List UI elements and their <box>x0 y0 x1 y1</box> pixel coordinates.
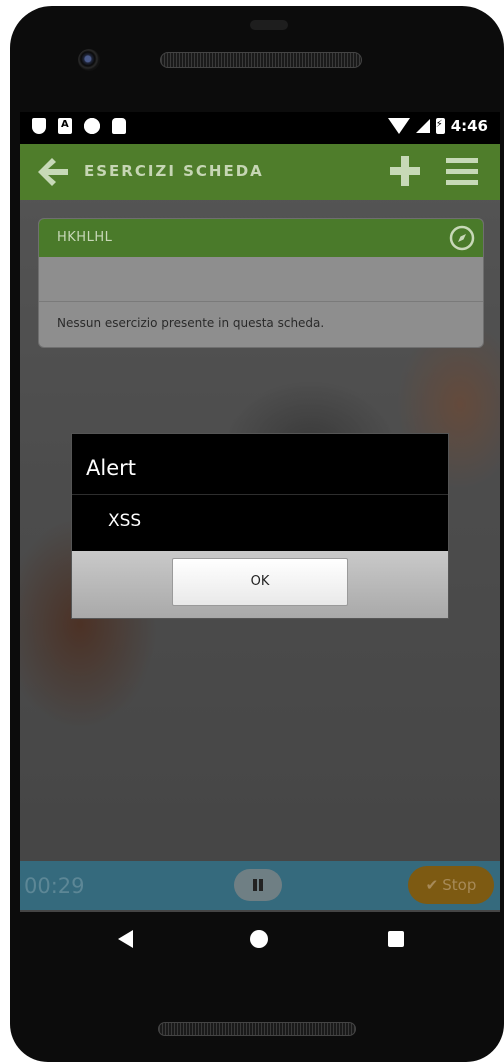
accessibility-a-icon <box>58 118 72 134</box>
pause-icon <box>253 879 257 891</box>
timer-elapsed: 00:29 <box>24 874 85 898</box>
sd-card-icon <box>112 118 126 134</box>
wifi-icon <box>387 118 410 134</box>
pause-button[interactable] <box>234 869 282 901</box>
status-bar: 4:46 <box>20 112 500 144</box>
top-sensor <box>250 20 288 30</box>
timer-bar: 00:29 ✔ Stop <box>20 861 500 910</box>
menu-icon[interactable] <box>446 158 478 186</box>
back-arrow-icon[interactable] <box>36 156 70 188</box>
system-nav-bar <box>20 912 500 966</box>
stop-button[interactable]: ✔ Stop <box>408 866 494 904</box>
empty-message: Nessun esercizio presente in questa sche… <box>57 316 325 330</box>
battery-charging-icon <box>435 118 445 134</box>
alert-dialog: Alert XSS OK <box>72 434 448 618</box>
card-title: HKHLHL <box>57 230 113 245</box>
nav-back-icon[interactable] <box>118 930 133 948</box>
dialog-title: Alert <box>86 456 136 480</box>
ok-button[interactable]: OK <box>172 558 348 606</box>
dialog-message: XSS <box>108 511 142 531</box>
plus-icon[interactable] <box>390 156 420 186</box>
signal-icon <box>415 119 430 133</box>
front-camera <box>78 49 100 71</box>
workout-card[interactable]: HKHLHL Nessun esercizio presente in ques… <box>38 218 484 348</box>
shield-icon <box>32 118 46 134</box>
card-header: HKHLHL <box>39 219 483 257</box>
card-divider-area <box>39 257 483 302</box>
compass-icon[interactable] <box>449 225 475 251</box>
stop-label: Stop <box>442 876 477 894</box>
page-title: ESERCIZI SCHEDA <box>84 162 264 180</box>
app-content: ESERCIZI SCHEDA HKHLHL Nessun esercizio … <box>20 144 500 912</box>
earpiece-speaker <box>160 52 362 68</box>
screen: 4:46 ESERCIZI SCHEDA HKHLHL <box>20 112 500 912</box>
nav-home-icon[interactable] <box>250 930 268 948</box>
bottom-speaker <box>158 1022 356 1036</box>
nav-recents-icon[interactable] <box>388 931 404 947</box>
app-bar: ESERCIZI SCHEDA <box>20 144 500 200</box>
record-icon <box>84 118 100 134</box>
status-time: 4:46 <box>450 117 488 135</box>
check-icon: ✔ <box>425 876 439 894</box>
